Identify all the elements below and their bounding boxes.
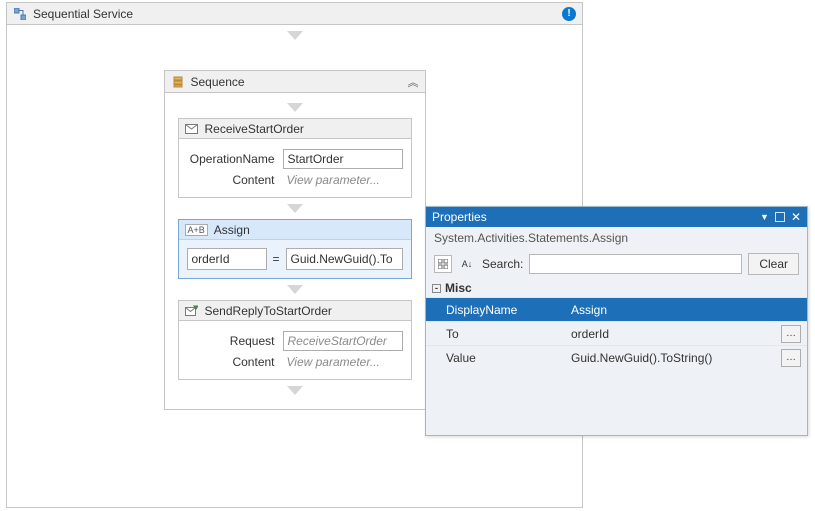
operation-name-label: OperationName: [187, 152, 283, 166]
request-placeholder: ReceiveStartOrder: [288, 334, 387, 348]
category-misc[interactable]: - Misc: [426, 279, 807, 297]
assign-value-text: Guid.NewGuid().To: [291, 252, 393, 266]
validation-info-icon[interactable]: !: [562, 7, 576, 21]
properties-toolbar: A↓ Search: Clear: [426, 249, 807, 279]
reply-content-label: Content: [187, 355, 283, 369]
prop-name: DisplayName: [426, 303, 571, 317]
properties-typename: System.Activities.Statements.Assign: [426, 227, 807, 249]
collapse-category-icon[interactable]: -: [432, 284, 441, 293]
prop-name: Value: [426, 351, 571, 365]
prop-name: To: [426, 327, 571, 341]
sendreply-title: SendReplyToStartOrder: [205, 304, 332, 318]
assign-header[interactable]: A+B Assign: [179, 220, 411, 240]
assign-icon: A+B: [185, 224, 208, 236]
prop-value[interactable]: Assign: [571, 303, 801, 317]
service-title: Sequential Service: [33, 7, 133, 21]
operation-name-input[interactable]: StartOrder: [283, 149, 403, 169]
assign-title: Assign: [214, 223, 250, 237]
service-titlebar[interactable]: Sequential Service !: [7, 3, 582, 25]
receive-icon: [185, 122, 199, 136]
connector-arrow-icon: [287, 31, 303, 40]
reply-content-link[interactable]: View parameter...: [287, 355, 380, 369]
sequence-title: Sequence: [191, 75, 245, 89]
properties-search-input[interactable]: [529, 254, 742, 274]
content-link[interactable]: View parameter...: [287, 173, 380, 187]
sequence-icon: [171, 75, 185, 89]
connector-arrow-icon: [287, 103, 303, 112]
category-label: Misc: [445, 281, 472, 295]
sendreply-header[interactable]: SendReplyToStartOrder: [179, 301, 411, 321]
properties-titlebar[interactable]: Properties ▼ ✕: [426, 207, 807, 227]
assign-to-input[interactable]: orderId: [187, 248, 267, 270]
clear-search-button[interactable]: Clear: [748, 253, 799, 275]
sendreply-icon: [185, 304, 199, 318]
connector-arrow-icon: [287, 204, 303, 213]
prop-row-displayname[interactable]: DisplayName Assign: [426, 297, 807, 321]
properties-grid: DisplayName Assign To orderId … Value Gui…: [426, 297, 807, 369]
prop-value[interactable]: orderId: [571, 327, 777, 341]
request-label: Request: [187, 334, 283, 348]
flowchart-icon: [13, 7, 27, 21]
prop-value[interactable]: Guid.NewGuid().ToString(): [571, 351, 777, 365]
dropdown-icon[interactable]: ▼: [760, 212, 769, 222]
clear-label: Clear: [759, 257, 788, 271]
receive-title: ReceiveStartOrder: [205, 122, 304, 136]
sequence-activity[interactable]: Sequence ︽ ReceiveStartOrder Operatio: [164, 70, 426, 410]
receive-activity[interactable]: ReceiveStartOrder OperationName StartOrd…: [178, 118, 412, 198]
content-label: Content: [187, 173, 283, 187]
connector-arrow-icon: [287, 285, 303, 294]
ellipsis-button[interactable]: …: [781, 325, 801, 343]
restore-window-icon[interactable]: [775, 212, 785, 222]
properties-title: Properties: [432, 210, 487, 224]
assign-activity[interactable]: A+B Assign orderId = Guid.NewGuid().To: [178, 219, 412, 279]
receive-header[interactable]: ReceiveStartOrder: [179, 119, 411, 139]
properties-pane[interactable]: Properties ▼ ✕ System.Activities.Stateme…: [425, 206, 808, 436]
prop-row-to[interactable]: To orderId …: [426, 321, 807, 345]
request-input[interactable]: ReceiveStartOrder: [283, 331, 403, 351]
categorized-view-button[interactable]: [434, 255, 452, 273]
connector-arrow-icon: [287, 386, 303, 395]
assign-value-input[interactable]: Guid.NewGuid().To: [286, 248, 403, 270]
alpha-sort-button[interactable]: A↓: [458, 255, 476, 273]
search-label: Search:: [482, 257, 523, 271]
operation-name-value: StartOrder: [288, 152, 344, 166]
close-icon[interactable]: ✕: [791, 212, 801, 222]
equals-label: =: [273, 252, 280, 266]
sequence-header[interactable]: Sequence ︽: [165, 71, 425, 93]
assign-to-value: orderId: [192, 252, 230, 266]
collapse-chevron-icon[interactable]: ︽: [408, 77, 419, 89]
ellipsis-button[interactable]: …: [781, 349, 801, 367]
prop-row-value[interactable]: Value Guid.NewGuid().ToString() …: [426, 345, 807, 369]
sendreply-activity[interactable]: SendReplyToStartOrder Request ReceiveSta…: [178, 300, 412, 380]
